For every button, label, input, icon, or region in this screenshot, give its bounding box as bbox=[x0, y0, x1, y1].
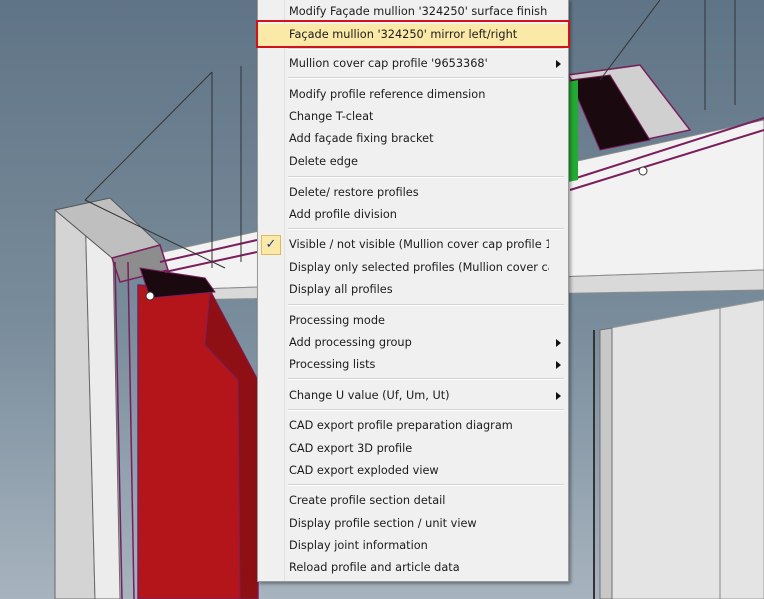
menu-separator bbox=[288, 378, 564, 380]
menu-item-label: CAD export profile preparation diagram bbox=[289, 419, 513, 432]
menu-item-delete-edge[interactable]: Delete edge bbox=[258, 151, 568, 173]
right-infill-panel bbox=[599, 299, 764, 599]
menu-item-label: Change U value (Uf, Um, Ut) bbox=[289, 389, 450, 402]
menu-item-change-t-cleat[interactable]: Change T-cleat bbox=[258, 106, 568, 128]
menu-item-label: Processing mode bbox=[289, 314, 385, 327]
menu-item-processing-mode[interactable]: Processing mode bbox=[258, 310, 568, 332]
menu-item-add-profile-division[interactable]: Add profile division bbox=[258, 204, 568, 226]
menu-separator bbox=[288, 77, 564, 79]
menu-item-create-profile-section-detail[interactable]: Create profile section detail bbox=[258, 490, 568, 512]
menu-item-cad-export-profile-preparation-diagram[interactable]: CAD export profile preparation diagram bbox=[258, 415, 568, 437]
menu-item-label: CAD export exploded view bbox=[289, 464, 439, 477]
menu-item-cad-export-3d-profile[interactable]: CAD export 3D profile bbox=[258, 438, 568, 460]
menu-item-label: Add façade fixing bracket bbox=[289, 132, 434, 145]
menu-item-label: Create profile section detail bbox=[289, 494, 446, 507]
submenu-arrow-icon bbox=[556, 60, 561, 68]
menu-item-change-u-value-uf-um-ut[interactable]: Change U value (Uf, Um, Ut) bbox=[258, 385, 568, 407]
menu-item-label: Façade mullion '324250' mirror left/righ… bbox=[289, 28, 518, 41]
menu-item-modify-fa-ade-mullion-324250-surface-fin[interactable]: Modify Façade mullion '324250' surface f… bbox=[258, 1, 568, 23]
menu-item-label: Modify Façade mullion '324250' surface f… bbox=[289, 5, 548, 18]
menu-item-label: Reload profile and article data bbox=[289, 561, 460, 574]
menu-item-label: Delete/ restore profiles bbox=[289, 186, 419, 199]
menu-item-label: Delete edge bbox=[289, 155, 358, 168]
menu-item-cad-export-exploded-view[interactable]: CAD export exploded view bbox=[258, 460, 568, 482]
menu-separator bbox=[288, 409, 564, 411]
menu-item-delete-restore-profiles[interactable]: Delete/ restore profiles bbox=[258, 182, 568, 204]
menu-item-label: Processing lists bbox=[289, 358, 376, 371]
menu-item-processing-lists[interactable]: Processing lists bbox=[258, 354, 568, 376]
menu-item-reload-profile-and-article-data[interactable]: Reload profile and article data bbox=[258, 557, 568, 579]
right-infill-frame bbox=[599, 327, 613, 599]
menu-separator bbox=[288, 48, 564, 50]
submenu-arrow-icon bbox=[556, 392, 561, 400]
menu-item-label: Mullion cover cap profile '9653368' bbox=[289, 57, 488, 70]
menu-item-display-profile-section-unit-view[interactable]: Display profile section / unit view bbox=[258, 513, 568, 535]
menu-separator bbox=[288, 484, 564, 486]
menu-item-visible-not-visible-mullion-cover-cap-pr[interactable]: ✓ Visible / not visible (Mullion cover ca… bbox=[258, 234, 568, 256]
menu-item-mullion-cover-cap-profile-9653368[interactable]: Mullion cover cap profile '9653368' bbox=[258, 53, 568, 75]
submenu-arrow-icon bbox=[556, 339, 561, 347]
menu-item-display-only-selected-profiles-mullion-c[interactable]: Display only selected profiles (Mullion … bbox=[258, 257, 568, 279]
menu-item-label: Display all profiles bbox=[289, 283, 393, 296]
menu-item-label: Change T-cleat bbox=[289, 110, 374, 123]
menu-item-modify-profile-reference-dimension[interactable]: Modify profile reference dimension bbox=[258, 84, 568, 106]
profile-node-marker[interactable] bbox=[638, 166, 648, 176]
top-profile-green bbox=[568, 80, 578, 182]
menu-item-label: CAD export 3D profile bbox=[289, 442, 413, 455]
menu-item-add-fa-ade-fixing-bracket[interactable]: Add façade fixing bracket bbox=[258, 128, 568, 150]
menu-item-label: Add profile division bbox=[289, 208, 397, 221]
menu-separator bbox=[288, 304, 564, 306]
menu-item-fa-ade-mullion-324250-mirror-left-right[interactable]: Façade mullion '324250' mirror left/righ… bbox=[258, 24, 568, 46]
mullion-profile-line bbox=[127, 261, 135, 599]
menu-item-label: Display profile section / unit view bbox=[289, 517, 477, 530]
menu-item-label: Add processing group bbox=[289, 336, 412, 349]
menu-item-display-all-profiles[interactable]: Display all profiles bbox=[258, 279, 568, 301]
selection-marker[interactable] bbox=[145, 291, 155, 301]
menu-separator bbox=[288, 228, 564, 230]
submenu-arrow-icon bbox=[556, 361, 561, 369]
menu-item-label: Modify profile reference dimension bbox=[289, 88, 486, 101]
menu-item-display-joint-information[interactable]: Display joint information bbox=[258, 535, 568, 557]
menu-item-add-processing-group[interactable]: Add processing group bbox=[258, 332, 568, 354]
guide-line bbox=[84, 71, 213, 201]
checkmark-icon: ✓ bbox=[261, 235, 281, 255]
menu-item-label: Visible / not visible (Mullion cover cap… bbox=[289, 238, 549, 251]
menu-item-label: Display only selected profiles (Mullion … bbox=[289, 261, 549, 274]
context-menu: Modify Façade mullion '324250' surface f… bbox=[257, 0, 569, 582]
menu-separator bbox=[288, 176, 564, 178]
menu-item-label: Display joint information bbox=[289, 539, 428, 552]
